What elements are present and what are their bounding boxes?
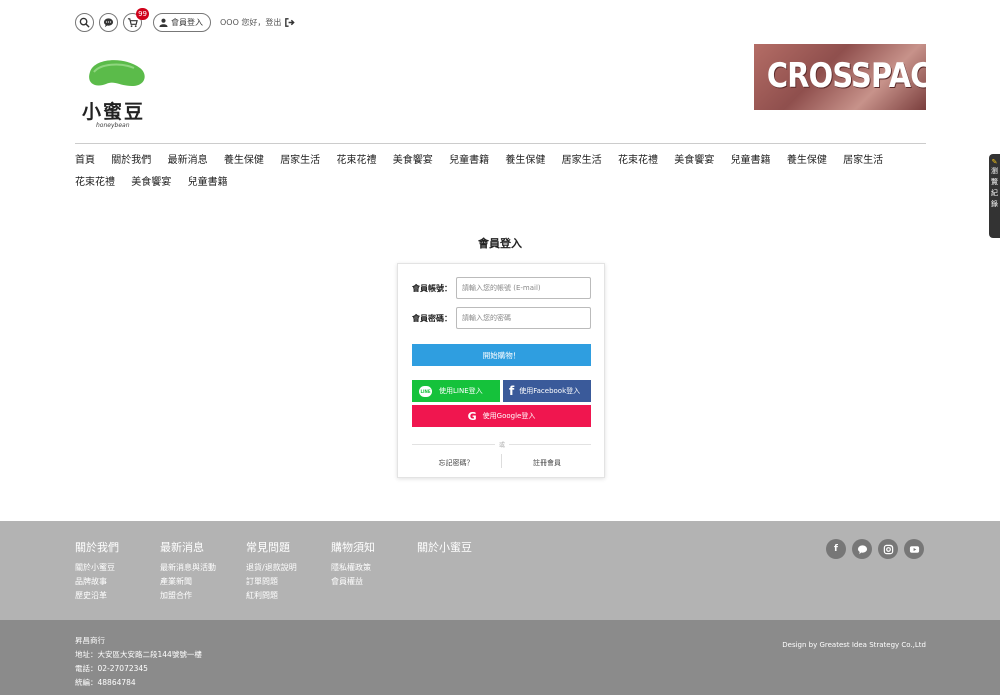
footer-link[interactable]: 紅利問題	[246, 589, 297, 603]
chat-button[interactable]	[99, 12, 118, 32]
password-row: 會員密碼：	[412, 307, 591, 329]
instagram-social-icon[interactable]	[878, 539, 898, 559]
forgot-password-link[interactable]: 忘記密碼？	[412, 458, 500, 468]
footer-links: 關於我們 關於小蜜豆 品牌故事 歷史沿革 最新消息 最新消息與活動 產業新聞 加盟合作 常見問題…	[0, 521, 1000, 620]
greeting-text: OOO 您好，登出	[220, 17, 282, 27]
nav-item[interactable]: 居家生活	[280, 154, 320, 168]
facebook-social-icon[interactable]: f	[826, 539, 846, 559]
facebook-login-button[interactable]: f 使用Facebook登入	[503, 380, 591, 402]
social-links: f	[826, 539, 924, 559]
search-icon	[79, 17, 90, 28]
footer-link[interactable]: 最新消息與活動	[160, 561, 216, 575]
nav-item[interactable]: 居家生活	[562, 154, 602, 168]
footer-column-title[interactable]: 最新消息	[160, 539, 216, 555]
member-login-button[interactable]: 會員登入	[153, 12, 211, 32]
company-tax-id: 統編：48864784	[75, 678, 136, 687]
line-social-icon[interactable]	[852, 539, 872, 559]
nav-item[interactable]: 首頁	[75, 154, 95, 168]
company-name: 昇昌商行	[75, 636, 105, 645]
footer-link[interactable]: 關於小蜜豆	[75, 561, 119, 575]
start-shopping-button[interactable]: 開始購物！	[412, 344, 591, 366]
nav-item[interactable]: 美食饗宴	[393, 154, 433, 168]
crosspace-banner[interactable]: CROSSPACE	[754, 44, 926, 110]
browsing-history-tab[interactable]: ✎ 瀏覽紀錄	[989, 154, 1000, 238]
google-icon: G	[467, 409, 477, 423]
page-title: 會員登入	[478, 237, 522, 250]
design-credit[interactable]: Design by Greatest Idea Strategy Co.,Ltd	[782, 641, 926, 649]
password-input[interactable]	[456, 307, 591, 329]
nav-divider	[75, 143, 926, 144]
cart-icon	[127, 17, 138, 27]
footer-link[interactable]: 品牌故事	[75, 575, 119, 589]
footer-link[interactable]: 加盟合作	[160, 589, 216, 603]
facebook-login-label: 使用Facebook登入	[519, 387, 581, 395]
password-label: 會員密碼：	[412, 313, 452, 323]
banner-text: CROSSPACE	[766, 56, 926, 96]
company-info: 昇昌商行 地址：大安區大安路二段144號號一樓 電話：02-27072345 統…	[75, 634, 202, 690]
nav-item[interactable]: 兒童書籍	[188, 176, 228, 190]
logout-icon	[285, 17, 296, 27]
nav-item[interactable]: 美食饗宴	[131, 176, 171, 190]
footer-link[interactable]: 產業新聞	[160, 575, 216, 589]
google-login-button[interactable]: G 使用Google登入	[412, 405, 591, 427]
nav-item[interactable]: 美食饗宴	[674, 154, 714, 168]
footer-column-title[interactable]: 常見問題	[246, 539, 297, 555]
logo-name: 小蜜豆	[82, 101, 146, 123]
login-card: 會員帳號： 會員密碼： 開始購物！ LINE 使用LINE登入 f 使用Face…	[397, 263, 605, 478]
account-row: 會員帳號：	[412, 277, 591, 299]
footer-column: 關於我們關於小蜜豆 品牌故事 歷史沿革	[75, 539, 119, 603]
nav-item[interactable]: 養生保健	[505, 154, 545, 168]
member-login-label: 會員登入	[171, 17, 203, 27]
footer-link[interactable]: 會員權益	[331, 575, 375, 589]
footer-link[interactable]: 退貨/退款說明	[246, 561, 297, 575]
nav-item[interactable]: 關於我們	[111, 154, 151, 168]
line-login-button[interactable]: LINE 使用LINE登入	[412, 380, 500, 402]
footer-link[interactable]: 隱私權政策	[331, 561, 375, 575]
nav-item[interactable]: 兒童書籍	[731, 154, 771, 168]
nav-item[interactable]: 花束花禮	[618, 154, 658, 168]
footer-column: 最新消息最新消息與活動 產業新聞 加盟合作	[160, 539, 216, 603]
user-icon	[159, 18, 168, 27]
footer-column: 關於小蜜豆	[417, 539, 472, 561]
top-bar: 99 會員登入 OOO 您好，登出	[75, 7, 296, 32]
facebook-icon: f	[509, 384, 515, 398]
company-phone: 電話：02-27072345	[75, 664, 148, 673]
nav-item[interactable]: 最新消息	[168, 154, 208, 168]
google-login-label: 使用Google登入	[482, 412, 536, 420]
nav-item[interactable]: 養生保健	[787, 154, 827, 168]
company-address: 地址：大安區大安路二段144號號一樓	[75, 650, 202, 659]
honeybean-leaf-icon	[89, 60, 145, 86]
main-nav: 首頁 關於我們 最新消息 養生保健 居家生活 花束花禮 美食饗宴 兒童書籍 養生保健 居家生活 花束…	[75, 154, 926, 190]
footer-column-title[interactable]: 關於小蜜豆	[417, 539, 472, 555]
line-icon: LINE	[419, 385, 432, 397]
cart-count-badge: 99	[136, 7, 149, 20]
chat-icon	[103, 17, 114, 27]
nav-item[interactable]: 養生保健	[224, 154, 264, 168]
cart-button[interactable]: 99	[123, 7, 149, 32]
logo-subtitle: honeybean	[96, 122, 130, 129]
footer-info: 昇昌商行 地址：大安區大安路二段144號號一樓 電話：02-27072345 統…	[0, 620, 1000, 695]
footer-column: 常見問題退貨/退款說明 訂單問題 紅利問題	[246, 539, 297, 603]
or-text: 或	[495, 440, 509, 449]
footer-column: 購物須知隱私權政策 會員權益	[331, 539, 375, 589]
register-link[interactable]: 註冊會員	[503, 458, 591, 468]
youtube-social-icon[interactable]	[904, 539, 924, 559]
links-separator	[501, 454, 502, 468]
nav-item[interactable]: 兒童書籍	[449, 154, 489, 168]
nav-item[interactable]: 居家生活	[843, 154, 883, 168]
browsing-history-label: 瀏覽紀錄	[991, 167, 998, 208]
nav-item[interactable]: 花束花禮	[75, 176, 115, 190]
footer-link[interactable]: 訂單問題	[246, 575, 297, 589]
search-button[interactable]	[75, 12, 94, 32]
account-label: 會員帳號：	[412, 283, 452, 293]
nav-item[interactable]: 花束花禮	[336, 154, 376, 168]
account-input[interactable]	[456, 277, 591, 299]
greeting-logout[interactable]: OOO 您好，登出	[220, 17, 296, 28]
line-login-label: 使用LINE登入	[439, 387, 483, 395]
pin-icon: ✎	[991, 158, 998, 166]
footer-column-title[interactable]: 關於我們	[75, 539, 119, 555]
footer-column-title[interactable]: 購物須知	[331, 539, 375, 555]
footer-link[interactable]: 歷史沿革	[75, 589, 119, 603]
